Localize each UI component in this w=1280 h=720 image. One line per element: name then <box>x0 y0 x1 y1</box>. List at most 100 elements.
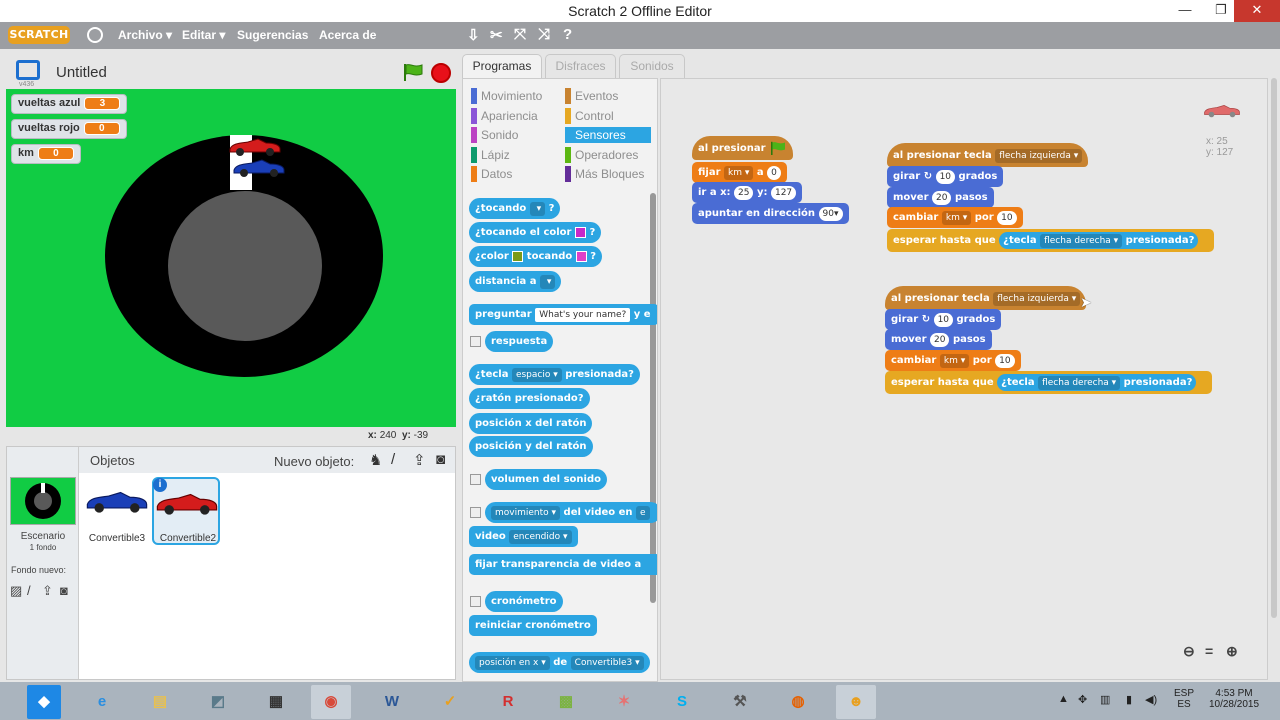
block-posicion-de[interactable]: posición en x ▾ de Convertible3 ▾ <box>469 652 650 673</box>
firefox-icon[interactable]: ◍ <box>778 685 818 719</box>
r-app-icon[interactable]: R <box>488 685 528 719</box>
info-icon[interactable]: i <box>153 478 167 492</box>
delete-icon[interactable]: ✂ <box>490 26 503 44</box>
zoom-out-icon[interactable]: ⊖ <box>1183 643 1195 660</box>
fullscreen-icon[interactable] <box>16 60 40 80</box>
stage[interactable]: vueltas azul 3 vueltas rojo 0 km 0 <box>6 89 456 427</box>
camera-icon[interactable]: ◙ <box>60 583 68 598</box>
menu-archivo[interactable]: Archivo ▾ <box>118 28 172 42</box>
tab-programas[interactable]: Programas <box>462 54 542 78</box>
sprite-library-icon[interactable]: ♞ <box>369 451 382 469</box>
block-transparencia[interactable]: fijar transparencia de video a <box>469 554 657 575</box>
maximize-button[interactable]: ❐ <box>1206 0 1236 22</box>
check-app-icon[interactable]: ✓ <box>430 685 470 719</box>
category-datos[interactable]: Datos <box>471 166 561 182</box>
palette-scrollbar[interactable] <box>650 193 656 603</box>
minimize-button[interactable]: — <box>1170 0 1200 22</box>
category-lapiz[interactable]: Lápiz <box>471 147 561 163</box>
clock[interactable]: 4:53 PM 10/28/2015 <box>1204 688 1264 710</box>
tab-sonidos[interactable]: Sonidos <box>619 54 685 78</box>
camera-icon[interactable]: ◙ <box>436 451 445 468</box>
paint-backdrop-icon[interactable]: ▨ <box>10 583 22 599</box>
upload-icon[interactable]: ⇪ <box>42 583 53 599</box>
category-mas-bloques[interactable]: Más Bloques <box>565 166 651 182</box>
block-preguntar[interactable]: preguntar What's your name? y e <box>469 304 657 325</box>
block-volumen[interactable]: volumen del sonido <box>485 469 607 490</box>
category-control[interactable]: Control <box>565 108 651 124</box>
category-operadores[interactable]: Operadores <box>565 147 651 163</box>
skype-icon[interactable]: S <box>662 685 702 719</box>
chrome-icon[interactable]: ◉ <box>311 685 351 719</box>
block-al-presionar-tecla[interactable]: al presionar tecla flecha izquierda ▾ <box>887 143 1088 167</box>
block-al-presionar-bandera[interactable]: al presionar <box>692 136 794 160</box>
block-cambiar[interactable]: cambiar km ▾ por 10 <box>885 350 1021 371</box>
category-sensores[interactable]: Sensores <box>565 127 651 143</box>
block-fijar[interactable]: fijar km ▾ a 0 <box>692 162 787 183</box>
grow-icon[interactable]: ⤧ <box>514 26 526 43</box>
checkbox-cronometro[interactable] <box>470 596 481 607</box>
checkbox-volumen[interactable] <box>470 474 481 485</box>
block-girar[interactable]: girar ↻ 10 grados <box>885 309 1002 330</box>
brush-icon[interactable]: / <box>391 451 395 468</box>
close-button[interactable]: ✕ <box>1234 0 1280 22</box>
scripts-scrollbar[interactable] <box>1271 78 1277 618</box>
tab-disfraces[interactable]: Disfraces <box>545 54 616 78</box>
block-esperar-hasta[interactable]: esperar hasta que ¿tecla flecha derecha … <box>885 371 1212 394</box>
tray-app-icon[interactable]: ✥ <box>1078 693 1087 706</box>
zoom-reset-icon[interactable]: = <box>1205 643 1213 659</box>
sprite-card-convertible3[interactable]: Convertible3 <box>83 477 151 545</box>
block-tocando[interactable]: ¿tocando ▾ ? <box>469 198 561 219</box>
block-mover[interactable]: mover 20 pasos <box>887 187 994 208</box>
menu-acerca-de[interactable]: Acerca de <box>319 28 376 42</box>
block-apuntar-direccion[interactable]: apuntar en dirección 90▾ <box>692 203 849 224</box>
block-cronometro[interactable]: cronómetro <box>485 591 563 612</box>
battery-icon[interactable]: ▮ <box>1126 693 1132 706</box>
category-apariencia[interactable]: Apariencia <box>471 108 561 124</box>
checkbox-respuesta[interactable] <box>470 336 481 347</box>
block-reiniciar-cronometro[interactable]: reiniciar cronómetro <box>469 615 597 636</box>
block-tocando-color[interactable]: ¿tocando el color ? <box>469 222 602 243</box>
stop-icon[interactable] <box>431 63 451 83</box>
menu-editar[interactable]: Editar ▾ <box>182 28 225 42</box>
block-posicion-x[interactable]: posición x del ratón <box>469 413 593 434</box>
block-respuesta[interactable]: respuesta <box>485 331 554 352</box>
geometry-app-icon[interactable]: ✶ <box>604 685 644 719</box>
block-cambiar[interactable]: cambiar km ▾ por 10 <box>887 207 1023 228</box>
tray-expand-icon[interactable]: ▲ <box>1058 693 1069 705</box>
help-icon[interactable]: ? <box>563 26 572 43</box>
red-car-sprite[interactable] <box>228 137 282 157</box>
block-color-tocando[interactable]: ¿color tocando ? <box>469 246 603 267</box>
brush-icon[interactable]: / <box>27 583 31 598</box>
zoom-in-icon[interactable]: ⊕ <box>1226 643 1238 660</box>
block-video[interactable]: video encendido ▾ <box>469 526 578 547</box>
upload-icon[interactable]: ⇪ <box>413 451 426 469</box>
block-esperar-hasta[interactable]: esperar hasta que ¿tecla flecha derecha … <box>887 229 1214 252</box>
duplicate-icon[interactable]: ⇩ <box>467 26 480 44</box>
color-app-icon[interactable]: ▩ <box>546 685 586 719</box>
category-movimiento[interactable]: Movimiento <box>471 88 561 104</box>
block-movimiento-video[interactable]: movimiento ▾ del video en e <box>485 502 657 523</box>
word-icon[interactable]: W <box>372 685 412 719</box>
tool-app-icon[interactable]: ⚒ <box>720 685 760 719</box>
green-flag-icon[interactable] <box>402 63 424 81</box>
globe-icon[interactable] <box>87 27 103 43</box>
category-sonido[interactable]: Sonido <box>471 127 561 143</box>
network-icon[interactable]: ▥ <box>1100 693 1110 706</box>
block-posicion-y[interactable]: posición y del ratón <box>469 436 593 457</box>
block-mover[interactable]: mover 20 pasos <box>885 329 992 350</box>
dropbox-icon[interactable]: ◆ <box>27 685 61 719</box>
scratch-logo[interactable]: SCRATCH <box>8 26 70 44</box>
block-girar[interactable]: girar ↻ 10 grados <box>887 166 1004 187</box>
movie-maker-icon[interactable]: ▦ <box>256 685 296 719</box>
app-icon[interactable]: ◩ <box>198 685 238 719</box>
block-ir-a-xy[interactable]: ir a x: 25 y: 127 <box>692 182 803 203</box>
file-explorer-icon[interactable]: ▤ <box>140 685 180 719</box>
sprite-card-convertible2[interactable]: i Convertible2 <box>152 477 220 545</box>
blue-car-sprite[interactable] <box>232 158 286 178</box>
stage-thumbnail[interactable] <box>10 477 76 525</box>
block-distancia[interactable]: distancia a ▾ <box>469 271 562 292</box>
language-indicator[interactable]: ESP ES <box>1170 688 1198 710</box>
block-al-presionar-tecla[interactable]: al presionar tecla flecha izquierda ▾ <box>885 286 1086 310</box>
internet-explorer-icon[interactable]: e <box>82 685 122 719</box>
shrink-icon[interactable]: ⤨ <box>538 26 550 43</box>
